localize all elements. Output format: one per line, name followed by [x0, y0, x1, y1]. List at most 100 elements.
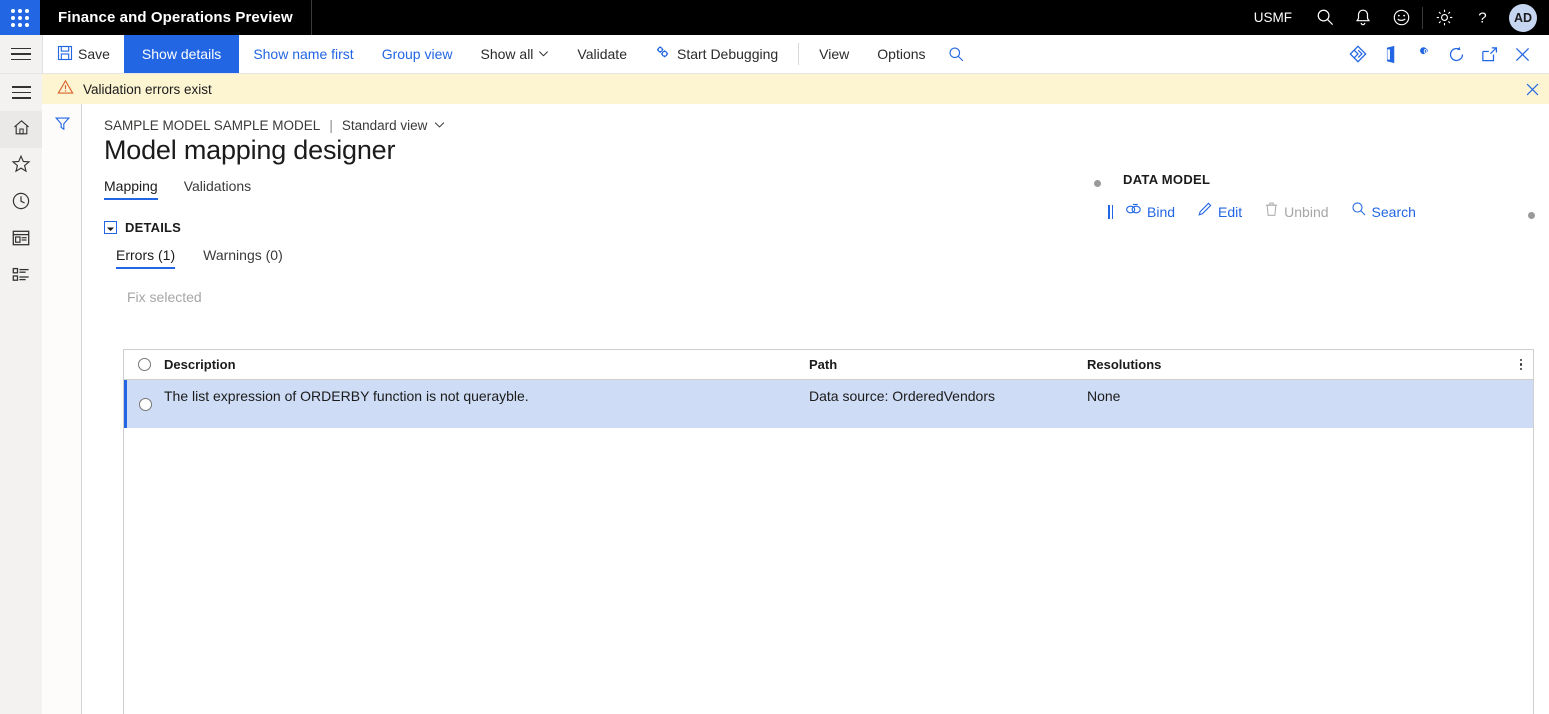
- show-all-label: Show all: [480, 46, 534, 62]
- header-divider: [1422, 6, 1423, 29]
- tab-mapping[interactable]: Mapping: [104, 178, 158, 200]
- modules-list-icon: [11, 266, 31, 289]
- divider: [798, 43, 800, 65]
- unbind-label: Unbind: [1284, 203, 1329, 220]
- details-label: DETAILS: [125, 220, 182, 235]
- view-menu-button[interactable]: View: [805, 35, 863, 73]
- show-name-first-button[interactable]: Show name first: [239, 35, 367, 73]
- open-in-new-window-icon[interactable]: [1473, 35, 1506, 74]
- collapse-expand-toggle[interactable]: [104, 221, 117, 234]
- home-icon: [12, 118, 31, 142]
- select-all-radio[interactable]: [124, 358, 164, 371]
- column-header-resolutions[interactable]: Resolutions: [1087, 357, 1509, 372]
- action-bar-right-icons: 0: [1341, 35, 1549, 73]
- breadcrumb: SAMPLE MODEL SAMPLE MODEL | Standard vie…: [104, 118, 1549, 133]
- cell-resolutions: None: [1087, 388, 1121, 404]
- settings-gear-icon[interactable]: [1425, 0, 1463, 35]
- search-icon: [1351, 201, 1367, 222]
- close-icon[interactable]: [1515, 74, 1549, 104]
- validation-message-bar: Validation errors exist: [42, 74, 1549, 104]
- svg-text:?: ?: [1478, 10, 1486, 27]
- attachments-icon[interactable]: 0: [1407, 35, 1440, 74]
- bind-button[interactable]: Bind: [1125, 202, 1175, 221]
- app-launcher-icon[interactable]: [0, 0, 40, 35]
- breadcrumb-view-selector[interactable]: Standard view: [342, 118, 428, 133]
- drag-handle[interactable]: [1108, 204, 1113, 219]
- sidebar-item-menu[interactable]: [0, 74, 42, 111]
- details-section-header: DETAILS: [104, 220, 1549, 235]
- search-icon[interactable]: [940, 35, 973, 74]
- save-floppy-icon: [57, 45, 73, 64]
- validate-button[interactable]: Validate: [563, 35, 641, 73]
- chevron-down-icon: [538, 46, 549, 62]
- fix-selected-button[interactable]: Fix selected: [127, 289, 1549, 305]
- table-row[interactable]: The list expression of ORDERBY function …: [124, 380, 1533, 428]
- notifications-bell-icon[interactable]: [1344, 0, 1382, 35]
- tab-warnings[interactable]: Warnings (0): [203, 247, 283, 269]
- details-sub-tabs: Errors (1) Warnings (0): [116, 247, 1549, 269]
- page-title: Model mapping designer: [104, 135, 396, 165]
- link-bind-icon: [1125, 202, 1142, 221]
- cell-description: The list expression of ORDERBY function …: [164, 388, 529, 404]
- grid-options-kebab-icon[interactable]: [1509, 357, 1533, 373]
- office-app-icon[interactable]: [1374, 35, 1407, 74]
- save-label: Save: [78, 46, 110, 62]
- data-model-title: DATA MODEL: [1123, 172, 1211, 187]
- cell-path: Data source: OrderedVendors: [809, 388, 995, 404]
- panel-resize-dot[interactable]: [1094, 180, 1101, 187]
- search-icon[interactable]: [1306, 0, 1344, 35]
- group-view-button[interactable]: Group view: [368, 35, 467, 73]
- svg-text:0: 0: [1424, 48, 1428, 55]
- breadcrumb-model[interactable]: SAMPLE MODEL SAMPLE MODEL: [104, 118, 320, 133]
- edit-label: Edit: [1218, 203, 1243, 220]
- sidebar-item-favorites[interactable]: [0, 148, 42, 185]
- unbind-button: Unbind: [1264, 201, 1329, 222]
- close-icon[interactable]: [1506, 35, 1539, 74]
- sidebar-item-recent[interactable]: [0, 185, 42, 222]
- start-debugging-label: Start Debugging: [676, 46, 779, 62]
- app-title: Finance and Operations Preview: [58, 9, 293, 26]
- header-divider: [310, 0, 312, 35]
- sidebar-item-home[interactable]: [0, 111, 42, 148]
- options-menu-button[interactable]: Options: [863, 35, 939, 73]
- main-content: SAMPLE MODEL SAMPLE MODEL | Standard vie…: [83, 104, 1549, 714]
- column-header-description[interactable]: Description: [164, 357, 809, 372]
- panel-resize-dot[interactable]: [1528, 212, 1535, 219]
- chevron-down-icon[interactable]: [434, 118, 445, 133]
- sidebar-item-modules[interactable]: [0, 259, 42, 296]
- row-select-radio[interactable]: [127, 380, 164, 428]
- diamond-personalize-icon[interactable]: [1341, 35, 1374, 74]
- tab-errors[interactable]: Errors (1): [116, 247, 176, 269]
- search-button[interactable]: Search: [1351, 201, 1416, 222]
- filter-pane-strip: [42, 104, 82, 714]
- hamburger-menu-icon[interactable]: [0, 35, 42, 73]
- grid-header-row: Description Path Resolutions: [124, 350, 1533, 380]
- validation-grid: Description Path Resolutions The list ex…: [123, 349, 1534, 714]
- trash-unbind-icon: [1264, 201, 1279, 222]
- validation-message-text: Validation errors exist: [83, 81, 212, 97]
- sidebar-item-workspaces[interactable]: [0, 222, 42, 259]
- refresh-icon[interactable]: [1440, 35, 1473, 74]
- left-navigation-rail: [0, 74, 42, 714]
- show-all-dropdown[interactable]: Show all: [467, 35, 564, 73]
- company-selector[interactable]: USMF: [1240, 10, 1306, 25]
- app-header: Finance and Operations Preview USMF ? AD: [0, 0, 1549, 35]
- edit-button[interactable]: Edit: [1197, 201, 1242, 222]
- pencil-edit-icon: [1197, 201, 1213, 222]
- breadcrumb-separator: |: [329, 118, 333, 133]
- column-header-path[interactable]: Path: [809, 357, 1087, 372]
- save-button[interactable]: Save: [43, 35, 124, 73]
- header-actions: USMF ? AD: [1240, 0, 1549, 35]
- filter-funnel-icon[interactable]: [42, 104, 82, 142]
- help-question-icon[interactable]: ?: [1463, 0, 1501, 35]
- recent-clock-icon: [11, 191, 31, 216]
- feedback-smiley-icon[interactable]: [1382, 0, 1420, 35]
- workspaces-icon: [11, 229, 31, 252]
- search-label: Search: [1371, 203, 1416, 220]
- favorites-star-icon: [11, 154, 31, 179]
- start-debugging-button[interactable]: Start Debugging: [641, 35, 792, 73]
- avatar[interactable]: AD: [1509, 3, 1537, 32]
- tab-validations[interactable]: Validations: [184, 178, 251, 200]
- gears-debug-icon: [655, 45, 672, 64]
- show-details-button[interactable]: Show details: [123, 35, 240, 73]
